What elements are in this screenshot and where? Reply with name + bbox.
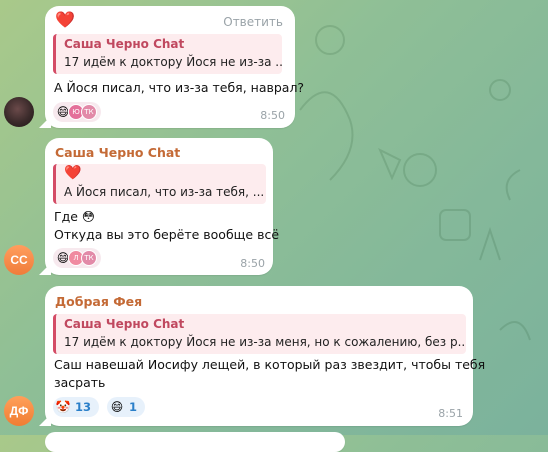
reactor-avatar: ТК: [81, 250, 97, 266]
quoted-text: 17 идём к доктору Йося не из-за ...: [64, 55, 282, 69]
message-text-line-1: Где 😳: [54, 209, 95, 224]
message-time: 8:50: [260, 109, 285, 122]
sender-avatar-photo[interactable]: [4, 97, 34, 127]
message-bubble-2[interactable]: Саша Черно Chat ❤️ А Йося писал, что из-…: [45, 138, 279, 275]
reactor-avatar: ТК: [81, 104, 97, 120]
quoted-text: 17 идём к доктору Йося не из-за меня, но…: [64, 335, 466, 349]
reaction-count: 13: [75, 400, 92, 414]
quoted-sender: Саша Черно Chat: [64, 37, 185, 51]
quoted-message[interactable]: Саша Черно Chat 17 идём к доктору Йося н…: [53, 314, 466, 354]
sender-avatar[interactable]: СС: [4, 245, 34, 275]
reply-button[interactable]: Ответить: [223, 15, 283, 29]
sender-avatar[interactable]: ДФ: [4, 396, 34, 426]
message-text: А Йося писал, что из-за тебя, наврал?: [54, 80, 305, 95]
heart-emoji-icon: ❤️: [64, 165, 82, 181]
message-bubble-1[interactable]: ❤️ Ответить Саша Черно Chat 17 идём к до…: [45, 6, 304, 128]
message-text-line-1: Саш навешай Иосифу лещей, в который раз …: [54, 357, 486, 372]
reaction-chip[interactable]: 😄 Л ТК: [53, 248, 101, 268]
quoted-message[interactable]: Саша Черно Chat 17 идём к доктору Йося н…: [53, 34, 282, 74]
quoted-message[interactable]: ❤️ А Йося писал, что из-за тебя, ...: [53, 164, 266, 204]
message-text-line-2: Откуда вы это берёте вообще всё: [54, 227, 280, 242]
reaction-chip-clown[interactable]: 🤡 13: [53, 397, 100, 417]
sender-name[interactable]: Саша Черно Chat: [55, 145, 180, 160]
quoted-text: А Йося писал, что из-за тебя, ...: [64, 185, 265, 199]
grin-emoji-icon: 😄: [110, 400, 124, 414]
reaction-chip-grin[interactable]: 😄 1: [107, 397, 146, 417]
reaction-chip[interactable]: 😄 Ю ТК: [53, 102, 101, 122]
message-time: 8:51: [438, 407, 463, 420]
heart-reaction-icon: ❤️: [55, 10, 75, 29]
message-bubble-3[interactable]: Добрая Фея Саша Черно Chat 17 идём к док…: [45, 286, 485, 426]
quoted-sender: Саша Черно Chat: [64, 317, 185, 331]
message-time: 8:50: [240, 257, 265, 270]
reaction-count: 1: [129, 400, 138, 414]
clown-emoji-icon: 🤡: [55, 400, 71, 414]
next-message-bubble[interactable]: [45, 432, 345, 452]
message-text-line-2: засрать: [54, 375, 106, 390]
sender-name[interactable]: Добрая Фея: [55, 294, 142, 309]
